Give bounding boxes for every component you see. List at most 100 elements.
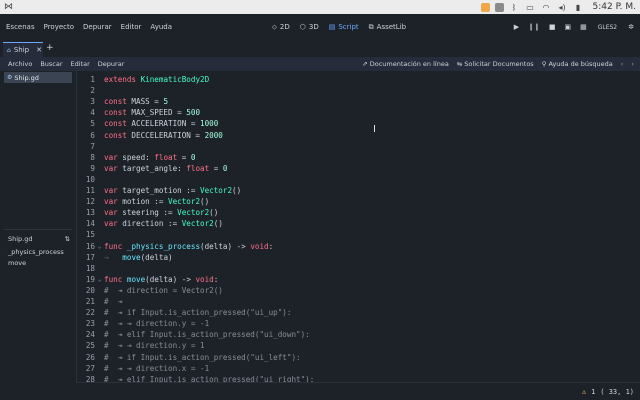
code-line[interactable]: 17 ⇥ move(delta) xyxy=(77,252,636,263)
code-editor[interactable]: 1 extends KinematicBody2D 2 3 const MASS = 5… xyxy=(76,71,636,382)
code-line[interactable]: 19 ⌄ func move(delta) -> void: xyxy=(77,274,636,285)
play-icon[interactable]: ▶ xyxy=(514,23,519,31)
code-text: # ⇥ if Input.is_action_pressed("ui_left"… xyxy=(104,352,301,362)
code-line[interactable]: 11 var target_motion := Vector2() xyxy=(77,185,636,196)
main-menu: Escenas Proyecto Depurar Editor Ayuda xyxy=(6,14,172,40)
code-line[interactable]: 26 # ⇥ if Input.is_action_pressed("ui_lef… xyxy=(77,352,636,363)
line-number: 26 xyxy=(85,352,95,362)
fold-arrow-icon[interactable]: ⌄ xyxy=(95,276,104,283)
clock[interactable]: 5:42 P. M. xyxy=(593,2,636,12)
code-line[interactable]: 18 xyxy=(77,263,636,274)
online-docs-link[interactable]: ⇗ Documentación en línea xyxy=(362,60,449,68)
code-line[interactable]: 13 var steering := Vector2() xyxy=(77,207,636,218)
workspace-script[interactable]: ▤ Script xyxy=(329,23,359,31)
code-line[interactable]: 25 # ⇥ ⇥ direction.y = 1 xyxy=(77,340,636,351)
code-line[interactable]: 10 xyxy=(77,174,636,185)
code-text: extends KinematicBody2D xyxy=(104,75,210,84)
menu-ayuda[interactable]: Ayuda xyxy=(150,23,172,31)
workspace-switcher: ⬦ 2D ⬡ 3D ▤ Script ⧉ AssetLib xyxy=(272,14,406,40)
scene-tab-ship[interactable]: ⌂ Ship ✕ xyxy=(3,42,43,57)
code-line[interactable]: 27 # ⇥ ⇥ direction.x = -1 xyxy=(77,363,636,374)
script-list-panel: ⚙ Ship.gd Ship.gd ⇅ _physics_process mov… xyxy=(0,71,74,400)
tray-app-icon[interactable] xyxy=(494,2,504,12)
pause-icon[interactable]: ❙❙ xyxy=(528,23,540,31)
script-icon: ▤ xyxy=(328,23,336,31)
notification-icon[interactable] xyxy=(480,2,490,12)
main-menu-bar: Escenas Proyecto Depurar Editor Ayuda ⬦ 2… xyxy=(0,14,640,40)
spinner-icon: ✲ xyxy=(628,23,634,31)
menu-editor[interactable]: Editor xyxy=(121,23,142,31)
app-logo-icon: ⋈ xyxy=(4,2,13,12)
menu-proyecto[interactable]: Proyecto xyxy=(44,23,74,31)
code-line[interactable]: 6 const DECCELERATION = 2000 xyxy=(77,130,636,141)
line-number: 14 xyxy=(85,219,95,229)
renderer-select[interactable]: GLES2 xyxy=(596,23,619,32)
code-line[interactable]: 21 # ⇥ xyxy=(77,296,636,307)
code-line[interactable]: 5 const ACCELERATION = 1000 xyxy=(77,118,636,129)
search-help-button[interactable]: ⚲ Ayuda de búsqueda xyxy=(542,60,613,68)
list-item[interactable]: ⚙ Ship.gd xyxy=(4,72,72,83)
script-menu-buscar[interactable]: Buscar xyxy=(40,60,62,68)
request-docs-link[interactable]: ⇆ Solicitar Documentos xyxy=(457,60,534,68)
code-line[interactable]: 22 # ⇥ if Input.is_action_pressed("ui_up"… xyxy=(77,307,636,318)
code-line[interactable]: 4 const MAX_SPEED = 500 xyxy=(77,107,636,118)
code-line[interactable]: 9 var target_angle: float = 0 xyxy=(77,163,636,174)
line-number: 22 xyxy=(85,308,95,318)
volume-icon[interactable]: ◂) xyxy=(557,2,568,12)
line-number: 3 xyxy=(90,97,95,107)
scene-tab-bar: ⌂ Ship ✕ + xyxy=(0,40,640,57)
script-toolbar: Archivo Buscar Editar Depurar ⇗ Documenta… xyxy=(0,57,640,71)
code-text: var direction := Vector2() xyxy=(104,219,223,229)
code-text: ⇥ move(delta) xyxy=(104,252,173,262)
methods-header: Ship.gd ⇅ xyxy=(8,235,70,243)
code-text: var speed: float = 0 xyxy=(104,152,196,162)
battery-icon[interactable]: ▮ xyxy=(573,2,584,12)
code-text: var steering := Vector2() xyxy=(104,208,219,218)
code-line[interactable]: 3 const MASS = 5 xyxy=(77,96,636,107)
code-line[interactable]: 15 xyxy=(77,229,636,240)
chevron-right-icon[interactable]: › xyxy=(631,60,634,68)
fold-arrow-icon[interactable]: ⌄ xyxy=(95,243,104,250)
close-icon[interactable]: ✕ xyxy=(36,46,42,54)
code-line[interactable]: 16 ⌄ func _physics_process(delta) -> void: xyxy=(77,241,636,252)
script-menu-depurar[interactable]: Depurar xyxy=(98,60,125,68)
list-item[interactable]: move xyxy=(4,258,72,269)
line-number: 10 xyxy=(85,174,95,184)
code-line[interactable]: 14 var direction := Vector2() xyxy=(77,218,636,229)
node-icon: ⌂ xyxy=(7,46,11,54)
code-line[interactable]: 1 extends KinematicBody2D xyxy=(77,74,636,85)
script-menu-editar[interactable]: Editar xyxy=(71,60,90,68)
script-menu-archivo[interactable]: Archivo xyxy=(8,60,32,68)
workspace-assetlib[interactable]: ⧉ AssetLib xyxy=(369,23,406,32)
code-line[interactable]: 20 # ⇥ direction = Vector2() xyxy=(77,285,636,296)
code-line[interactable]: 8 var speed: float = 0 xyxy=(77,152,636,163)
code-text: const MAX_SPEED = 500 xyxy=(104,108,201,118)
code-line[interactable]: 7 xyxy=(77,141,636,152)
code-line[interactable]: 2 xyxy=(77,85,636,96)
line-number: 23 xyxy=(85,319,95,329)
wifi-icon[interactable]: ◠ xyxy=(541,2,552,12)
code-line[interactable]: 12 var motion := Vector2() xyxy=(77,196,636,207)
code-text: const MASS = 5 xyxy=(104,97,169,107)
add-tab-button[interactable]: + xyxy=(46,43,54,53)
menu-escenas[interactable]: Escenas xyxy=(6,23,35,31)
menu-depurar[interactable]: Depurar xyxy=(83,23,112,31)
list-item[interactable]: _physics_process xyxy=(4,247,72,258)
play-custom-scene-icon[interactable]: ▦ xyxy=(580,23,587,31)
code-line[interactable]: 23 # ⇥ ⇥ direction.y = -1 xyxy=(77,318,636,329)
warning-icon[interactable]: ⚠ xyxy=(582,388,586,396)
workspace-2d[interactable]: ⬦ 2D xyxy=(272,23,290,32)
code-line[interactable]: 24 # ⇥ elif Input.is_action_pressed("ui_d… xyxy=(77,329,636,340)
chevron-left-icon[interactable]: ‹ xyxy=(621,60,624,68)
code-line[interactable]: 28 # ⇥ elif Input.is_action_pressed("ui_r… xyxy=(77,374,636,382)
script-links: ⇗ Documentación en línea ⇆ Solicitar Docum… xyxy=(362,57,634,71)
editor-scrollbar[interactable] xyxy=(630,71,636,382)
stop-icon[interactable]: ■ xyxy=(549,23,556,31)
sort-icon[interactable]: ⇅ xyxy=(65,235,70,243)
line-number: 24 xyxy=(85,330,95,340)
workspace-3d[interactable]: ⬡ 3D xyxy=(300,23,319,31)
code-text: # ⇥ if Input.is_action_pressed("ui_up"): xyxy=(104,308,292,318)
clipboard-icon[interactable]: ▭ xyxy=(525,2,536,12)
bluetooth-icon[interactable]: ᛒ xyxy=(509,2,520,12)
play-scene-icon[interactable]: ▣ xyxy=(564,23,571,31)
